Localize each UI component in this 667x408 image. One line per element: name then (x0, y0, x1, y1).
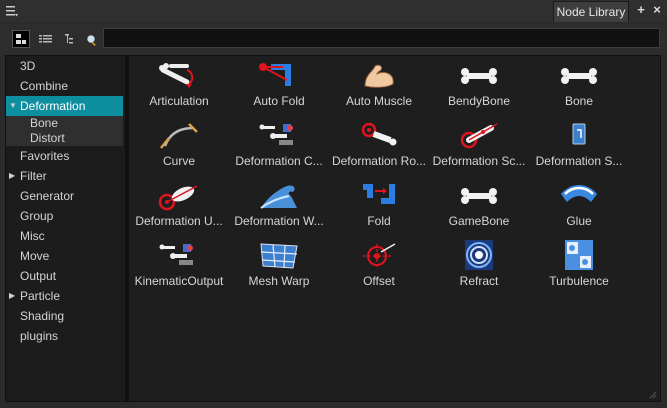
node-deformation-wave[interactable]: Deformation W... (229, 178, 329, 236)
node-glue[interactable]: Glue (529, 178, 629, 236)
fold-icon (363, 184, 395, 204)
node-label: Mesh Warp (248, 274, 310, 288)
refract-icon (465, 240, 493, 270)
node-label: Auto Fold (253, 94, 305, 108)
bendy-bone-icon (461, 68, 497, 84)
category-sidebar: 3D Combine ▼ Deformation Bone Distort Fa… (5, 55, 126, 402)
node-kinematicoutput[interactable]: KinematicOutput (129, 238, 229, 296)
node-curve[interactable]: Curve (129, 118, 229, 176)
glue-icon (561, 185, 597, 202)
node-deformation-root[interactable]: Deformation Ro... (329, 118, 429, 176)
node-label: Offset (363, 274, 395, 288)
node-label: Auto Muscle (345, 94, 413, 108)
node-label: BendyBone (447, 94, 511, 108)
deformation-uniform-scale-icon (158, 185, 198, 211)
category-output[interactable]: Output (6, 266, 125, 286)
curve-icon (160, 123, 198, 149)
auto-muscle-icon (364, 64, 394, 88)
node-label: Deformation W... (234, 214, 324, 228)
node-label: Bone (564, 94, 594, 108)
category-filter[interactable]: ▶ Filter (6, 166, 125, 186)
node-label: Fold (367, 214, 391, 228)
node-fold[interactable]: Fold (329, 178, 429, 236)
category-distort[interactable]: Distort (6, 131, 123, 146)
node-turbulence[interactable]: Turbulence (529, 238, 629, 296)
node-label: Turbulence (549, 274, 609, 288)
deformation-wave-icon (260, 185, 297, 209)
deformation-composite-icon (259, 124, 293, 145)
turbulence-icon (565, 240, 593, 270)
category-label: Filter (20, 169, 47, 183)
category-favorites[interactable]: Favorites (6, 146, 125, 166)
deformation-switch-icon (572, 123, 586, 145)
large-icons-view-icon[interactable] (12, 30, 30, 48)
tab-node-library[interactable]: Node Library (553, 1, 629, 22)
category-misc[interactable]: Misc (6, 226, 125, 246)
add-panel-button[interactable]: + (634, 3, 648, 17)
node-label: Glue (566, 214, 592, 228)
node-offset[interactable]: Offset (329, 238, 429, 296)
category-generator[interactable]: Generator (6, 186, 125, 206)
node-gamebone[interactable]: GameBone (429, 178, 529, 236)
deformation-scale-icon (460, 123, 498, 149)
title-bar: Node Library + × (0, 0, 667, 22)
node-auto-fold[interactable]: Auto Fold (229, 58, 329, 116)
node-grid: Articulation Auto Fold Auto Muscle Bendy… (128, 55, 661, 402)
articulation-icon (159, 63, 194, 88)
node-bone[interactable]: Bone (529, 58, 629, 116)
search-input[interactable] (103, 28, 660, 48)
node-refract[interactable]: Refract (429, 238, 529, 296)
mesh-warp-icon (260, 243, 298, 269)
auto-fold-icon (259, 63, 291, 86)
node-label: Refract (459, 274, 499, 288)
category-particle[interactable]: ▶ Particle (6, 286, 125, 306)
resize-grip-icon[interactable] (649, 391, 657, 399)
category-move[interactable]: Move (6, 246, 125, 266)
game-bone-icon (461, 188, 497, 204)
node-bendybone[interactable]: BendyBone (429, 58, 529, 116)
search-icon (87, 35, 96, 46)
menu-icon[interactable] (6, 5, 18, 17)
bone-icon (561, 68, 597, 84)
category-bone[interactable]: Bone (6, 116, 123, 131)
expanded-arrow-icon[interactable]: ▼ (9, 96, 17, 116)
node-label: Deformation S... (535, 154, 623, 168)
category-shading[interactable]: Shading (6, 306, 125, 326)
node-deformation-uniform-scale[interactable]: Deformation U... (129, 178, 229, 236)
category-group[interactable]: Group (6, 206, 125, 226)
node-label: Curve (162, 154, 195, 168)
deformation-root-icon (361, 122, 397, 146)
node-deformation-scale[interactable]: Deformation Sc... (429, 118, 529, 176)
kinematic-output-icon (159, 244, 193, 265)
node-label: KinematicOutput (134, 274, 224, 288)
node-mesh-warp[interactable]: Mesh Warp (229, 238, 329, 296)
list-view-icon[interactable] (37, 30, 55, 48)
node-label: Deformation C... (235, 154, 323, 168)
category-3d[interactable]: 3D (6, 56, 125, 76)
node-label: Deformation U... (135, 214, 223, 228)
node-label: Deformation Ro... (331, 154, 427, 168)
node-deformation-switch[interactable]: Deformation S... (529, 118, 629, 176)
close-panel-button[interactable]: × (650, 3, 664, 17)
node-label: Articulation (149, 94, 209, 108)
node-label: GameBone (448, 214, 510, 228)
category-label: Deformation (20, 99, 86, 113)
node-auto-muscle[interactable]: Auto Muscle (329, 58, 429, 116)
collapsed-arrow-icon[interactable]: ▶ (9, 286, 15, 306)
node-deformation-composite[interactable]: Deformation C... (229, 118, 329, 176)
tree-view-icon[interactable] (62, 30, 80, 48)
deformation-subcategories: Bone Distort (6, 116, 123, 146)
toolbar (0, 24, 667, 54)
collapsed-arrow-icon[interactable]: ▶ (9, 166, 15, 186)
offset-icon (363, 243, 396, 268)
category-plugins[interactable]: plugins (6, 326, 125, 346)
node-articulation[interactable]: Articulation (129, 58, 229, 116)
category-label: Particle (20, 289, 61, 303)
node-label: Deformation Sc... (432, 154, 526, 168)
category-deformation[interactable]: ▼ Deformation (6, 96, 123, 116)
category-combine[interactable]: Combine (6, 76, 125, 96)
